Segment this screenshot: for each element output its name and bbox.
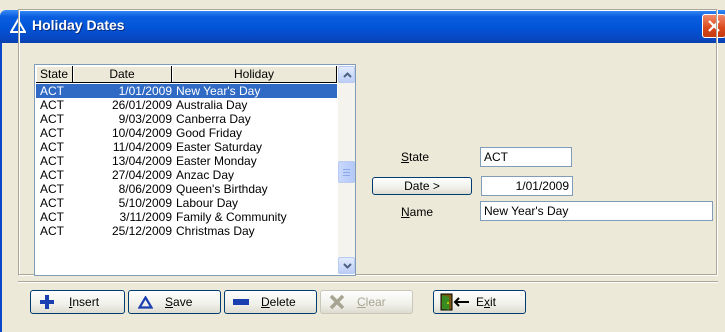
cell-holiday: Good Friday bbox=[176, 126, 243, 140]
exit-label-pre: E bbox=[476, 295, 485, 309]
cell-holiday: Easter Monday bbox=[176, 154, 257, 168]
delete-label-rest: elete bbox=[269, 295, 296, 309]
cell-state: ACT bbox=[40, 126, 64, 140]
cell-state: ACT bbox=[40, 168, 64, 182]
table-row[interactable]: ACT 11/04/2009 Easter Saturday bbox=[36, 140, 337, 154]
exit-label-rest: it bbox=[490, 295, 497, 309]
table-row[interactable]: ACT 9/03/2009 Canberra Day bbox=[36, 112, 337, 126]
table-row[interactable]: ACT 25/12/2009 Christmas Day bbox=[36, 224, 337, 238]
state-label: State bbox=[401, 150, 430, 164]
table-row[interactable]: ACT 13/04/2009 Easter Monday bbox=[36, 154, 337, 168]
table-row[interactable]: ACT 8/06/2009 Queen's Birthday bbox=[36, 182, 337, 196]
cell-holiday: Queen's Birthday bbox=[176, 182, 268, 196]
bottom-divider bbox=[18, 281, 718, 283]
cell-date: 11/04/2009 bbox=[112, 140, 172, 154]
table-row[interactable]: ACT 5/10/2009 Labour Day bbox=[36, 196, 337, 210]
cell-state: ACT bbox=[40, 112, 64, 126]
vertical-scrollbar[interactable] bbox=[338, 66, 355, 274]
cell-date: 8/06/2009 bbox=[118, 182, 172, 196]
name-label: Name bbox=[401, 205, 434, 219]
cell-date: 26/01/2009 bbox=[111, 98, 172, 112]
scroll-thumb[interactable] bbox=[338, 161, 355, 183]
x-icon bbox=[329, 294, 345, 310]
cell-holiday: Australia Day bbox=[176, 98, 248, 112]
cell-state: ACT bbox=[40, 210, 64, 224]
scroll-down-button[interactable] bbox=[338, 257, 355, 274]
name-field[interactable]: New Year's Day bbox=[480, 201, 713, 221]
cell-state: ACT bbox=[40, 224, 64, 238]
cell-holiday: Canberra Day bbox=[176, 112, 251, 126]
cell-date: 10/04/2009 bbox=[111, 126, 172, 140]
insert-label-rest: nsert bbox=[72, 295, 100, 309]
column-header-date[interactable]: Date bbox=[73, 66, 172, 83]
table-row[interactable]: ACT 10/04/2009 Good Friday bbox=[36, 126, 337, 140]
chevron-up-icon bbox=[343, 72, 352, 78]
cell-holiday: Christmas Day bbox=[176, 224, 255, 238]
save-label-rest: ave bbox=[173, 295, 193, 309]
cell-date: 3/11/2009 bbox=[119, 210, 173, 224]
cell-state: ACT bbox=[40, 84, 64, 98]
table-row[interactable]: ACT 27/04/2009 Anzac Day bbox=[36, 168, 337, 182]
cell-holiday: Labour Day bbox=[176, 196, 239, 210]
holiday-dates-window: Holiday Dates State Date Holiday ACT 1/01… bbox=[0, 0, 725, 332]
table-row[interactable]: ACT 26/01/2009 Australia Day bbox=[36, 98, 337, 112]
list-header: State Date Holiday bbox=[36, 66, 337, 83]
date-button[interactable]: Date > bbox=[372, 177, 472, 195]
cell-state: ACT bbox=[40, 98, 64, 112]
door-exit-icon bbox=[440, 293, 469, 311]
state-field[interactable]: ACT bbox=[480, 147, 572, 167]
cell-date: 5/10/2009 bbox=[118, 196, 172, 210]
chevron-down-icon bbox=[343, 263, 352, 269]
cell-state: ACT bbox=[40, 196, 64, 210]
clear-label-key: C bbox=[357, 295, 366, 309]
triangle-icon bbox=[138, 296, 153, 309]
insert-button[interactable]: Insert bbox=[30, 290, 125, 314]
scroll-up-button[interactable] bbox=[338, 66, 355, 83]
cell-state: ACT bbox=[40, 140, 64, 154]
cell-holiday: Easter Saturday bbox=[176, 140, 263, 154]
delete-button[interactable]: Delete bbox=[224, 290, 317, 314]
delete-label-key: D bbox=[261, 295, 270, 309]
cell-holiday: Family & Community bbox=[176, 210, 287, 224]
cell-state: ACT bbox=[40, 182, 64, 196]
column-header-state[interactable]: State bbox=[36, 66, 73, 83]
save-label-key: S bbox=[165, 295, 174, 309]
table-row[interactable]: ACT 1/01/2009 New Year's Day bbox=[36, 84, 337, 98]
cell-date: 13/04/2009 bbox=[111, 154, 172, 168]
date-field[interactable]: 1/01/2009 bbox=[481, 176, 573, 196]
table-row[interactable]: ACT 3/11/2009 Family & Community bbox=[36, 210, 337, 224]
minus-icon bbox=[233, 299, 249, 305]
cell-date: 9/03/2009 bbox=[118, 112, 172, 126]
list-rows: ACT 1/01/2009 New Year's Day ACT 26/01/2009 A… bbox=[36, 84, 337, 238]
plus-icon bbox=[40, 295, 54, 309]
exit-button[interactable]: Exit bbox=[433, 290, 526, 314]
clear-button[interactable]: Clear bbox=[320, 290, 413, 314]
cell-holiday: Anzac Day bbox=[176, 168, 235, 182]
holiday-list[interactable]: State Date Holiday ACT 1/01/2009 New Year'… bbox=[34, 64, 356, 276]
save-button[interactable]: Save bbox=[128, 290, 221, 314]
cell-date: 1/01/2009 bbox=[118, 84, 172, 98]
cell-date: 25/12/2009 bbox=[111, 224, 172, 238]
clear-label-rest: lear bbox=[365, 295, 386, 309]
cell-state: ACT bbox=[40, 154, 64, 168]
column-header-holiday[interactable]: Holiday bbox=[172, 66, 337, 83]
cell-holiday: New Year's Day bbox=[176, 84, 261, 98]
cell-date: 27/04/2009 bbox=[111, 168, 172, 182]
